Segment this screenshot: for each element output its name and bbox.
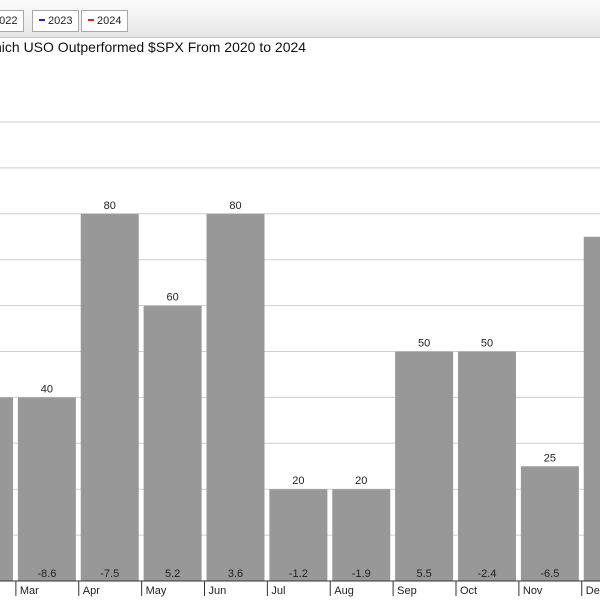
category-tick-label: Oct [460,585,477,597]
category-tick-label: Jun [209,585,227,597]
bar [520,466,579,581]
bar [583,236,600,581]
bar-secondary-label: -7.5 [100,568,119,580]
bar-value-label: 40 [41,383,53,395]
category-tick-label: Mar [20,585,39,597]
bar-secondary-label: 5.5 [416,568,431,580]
category-tick-label: De [586,585,600,597]
bar-value-label: 50 [481,338,493,350]
category-tick-label: Jul [271,585,285,597]
category-tick-label: May [146,585,167,597]
bar-secondary-label: -1.9 [352,568,371,580]
bar-secondary-label: -1.2 [289,568,308,580]
bar-value-label: 20 [292,475,304,487]
bar [206,213,265,582]
bar-secondary-label: -8.6 [37,568,56,580]
bar-secondary-label: -6.5 [540,568,559,580]
bar-value-label: 25 [544,452,556,464]
bar [80,213,139,582]
bar-value-label: 80 [229,200,241,212]
bar [0,397,13,581]
category-tick-label: Apr [83,585,100,597]
bar-value-label: 20 [355,475,367,487]
category-tick-label: Nov [523,585,543,597]
bar-value-label: 60 [167,292,179,304]
bar-value-label: 80 [104,200,116,212]
bar [143,305,202,581]
bar [17,397,76,581]
bar-value-label: 50 [418,338,430,350]
bar-secondary-label: 3.6 [228,568,243,580]
category-tick-label: Sep [397,585,417,597]
bar [458,351,516,581]
bar [395,351,454,581]
bar-secondary-label: 5.2 [165,568,180,580]
bar-chart: 40 -8.6 Mar 80 -7.5Apr 60 5.2 May 80 3.6Jun 20 -1.2… [0,121,600,597]
category-tick-label: Aug [334,585,354,597]
bar-secondary-label: -2.4 [478,568,497,580]
